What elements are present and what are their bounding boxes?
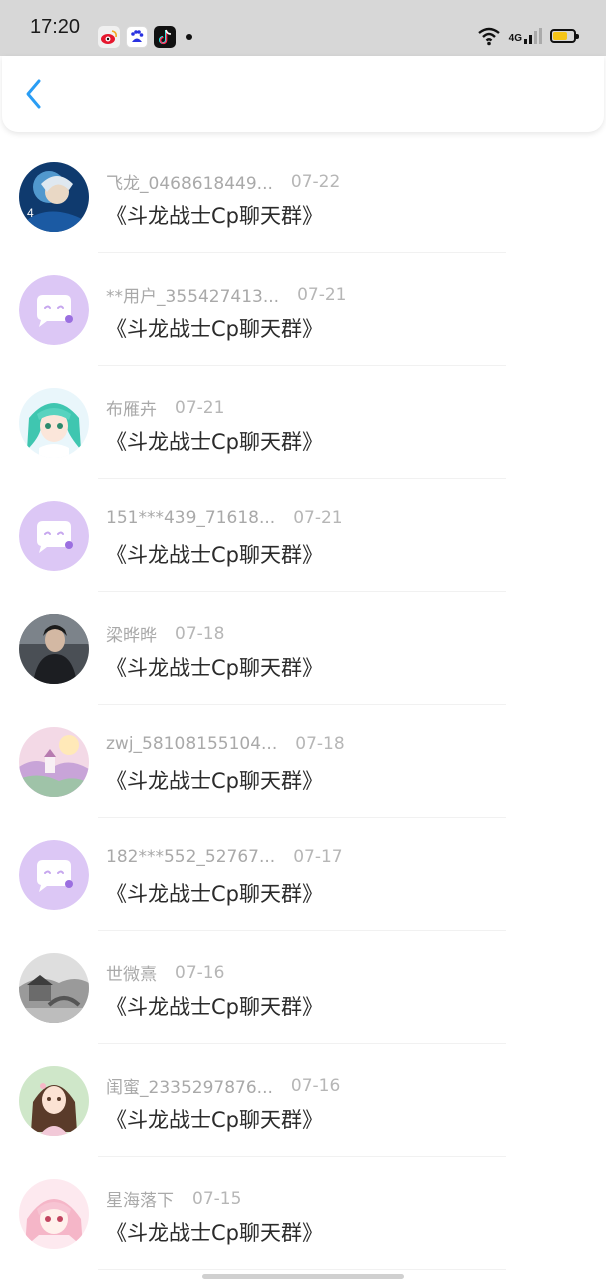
- weibo-icon: [98, 26, 120, 48]
- message-date: 07-22: [290, 171, 341, 192]
- user-avatar[interactable]: [19, 275, 89, 345]
- back-button[interactable]: [16, 76, 52, 112]
- network-type: 4G: [508, 33, 522, 44]
- message-meta: 布雁卉 07-21: [106, 395, 225, 421]
- message-text: 《斗龙战士Cp聊天群》: [106, 543, 323, 567]
- user-avatar[interactable]: [19, 388, 89, 458]
- sender-name[interactable]: 闺蜜_2335297876...: [106, 1073, 273, 1098]
- message-date: 07-21: [297, 284, 347, 305]
- user-avatar[interactable]: [19, 614, 89, 684]
- tiktok-icon: [154, 26, 176, 48]
- message-date: 07-16: [290, 1075, 341, 1096]
- message-meta: zwj_58108155104... 07-18: [106, 734, 345, 754]
- message-text: 《斗龙战士Cp聊天群》: [106, 1108, 323, 1132]
- more-notifications-dot: [186, 34, 192, 40]
- message-meta: 151***439_71618... 07-21: [106, 508, 343, 528]
- status-indicators: 4G: [477, 26, 579, 46]
- status-bar: 17:20 4G: [0, 0, 606, 56]
- message-date: 07-18: [295, 734, 345, 754]
- message-meta: **用户_355427413... 07-21: [106, 282, 347, 308]
- message-meta: 世微熹 07-16: [106, 960, 225, 986]
- sender-name[interactable]: 世微熹: [106, 960, 157, 985]
- message-item[interactable]: 星海落下 07-15 《斗龙战士Cp聊天群》: [0, 1157, 606, 1270]
- message-item[interactable]: 梁晔晔 07-18 《斗龙战士Cp聊天群》: [0, 592, 606, 705]
- svg-text:4: 4: [27, 206, 34, 220]
- message-text: 《斗龙战士Cp聊天群》: [106, 430, 323, 454]
- notification-icons: [98, 26, 192, 48]
- user-avatar[interactable]: [19, 953, 89, 1023]
- user-avatar[interactable]: [19, 1179, 89, 1249]
- message-text: 《斗龙战士Cp聊天群》: [106, 1221, 323, 1245]
- message-date: 07-21: [293, 508, 343, 528]
- sender-name[interactable]: 星海落下: [106, 1186, 174, 1211]
- message-item[interactable]: 4 飞龙_0468618449... 07-22 《斗龙战士Cp聊天群》: [0, 140, 606, 253]
- chevron-left-icon: [26, 79, 41, 109]
- sender-name[interactable]: zwj_58108155104...: [106, 734, 277, 754]
- sender-name[interactable]: 飞龙_0468618449...: [106, 169, 273, 194]
- sender-name[interactable]: 布雁卉: [106, 395, 157, 420]
- user-avatar[interactable]: 4: [19, 162, 89, 232]
- item-divider: [98, 1269, 506, 1270]
- message-item[interactable]: 世微熹 07-16 《斗龙战士Cp聊天群》: [0, 931, 606, 1044]
- cellular-signal-icon: 4G: [509, 28, 542, 44]
- message-text: 《斗龙战士Cp聊天群》: [106, 769, 323, 793]
- message-meta: 梁晔晔 07-18: [106, 621, 225, 647]
- message-text: 《斗龙战士Cp聊天群》: [106, 882, 323, 906]
- message-date: 07-16: [175, 962, 225, 983]
- message-text: 《斗龙战士Cp聊天群》: [106, 204, 323, 228]
- battery-icon: [550, 29, 579, 43]
- sender-name[interactable]: 151***439_71618...: [106, 508, 275, 528]
- message-item[interactable]: 闺蜜_2335297876... 07-16 《斗龙战士Cp聊天群》: [0, 1044, 606, 1157]
- status-time: 17:20: [30, 16, 81, 38]
- message-meta: 182***552_52767... 07-17: [106, 847, 343, 867]
- user-avatar[interactable]: [19, 840, 89, 910]
- message-date: 07-17: [293, 847, 343, 867]
- message-list: 4 飞龙_0468618449... 07-22 《斗龙战士Cp聊天群》 **用户_35…: [0, 140, 606, 1270]
- message-text: 《斗龙战士Cp聊天群》: [106, 656, 323, 680]
- user-avatar[interactable]: [19, 1066, 89, 1136]
- message-meta: 飞龙_0468618449... 07-22: [106, 169, 341, 195]
- message-date: 07-15: [192, 1188, 242, 1209]
- home-indicator[interactable]: [202, 1274, 404, 1279]
- sender-name[interactable]: **用户_355427413...: [106, 282, 279, 307]
- wifi-icon: [477, 27, 500, 46]
- message-date: 07-21: [175, 397, 225, 418]
- message-text: 《斗龙战士Cp聊天群》: [106, 317, 323, 341]
- message-item[interactable]: 布雁卉 07-21 《斗龙战士Cp聊天群》: [0, 366, 606, 479]
- message-date: 07-18: [175, 623, 225, 644]
- message-text: 《斗龙战士Cp聊天群》: [106, 995, 323, 1019]
- message-meta: 闺蜜_2335297876... 07-16: [106, 1073, 341, 1099]
- message-item[interactable]: 151***439_71618... 07-21 《斗龙战士Cp聊天群》: [0, 479, 606, 592]
- message-item[interactable]: zwj_58108155104... 07-18 《斗龙战士Cp聊天群》: [0, 705, 606, 818]
- message-meta: 星海落下 07-15: [106, 1186, 242, 1212]
- message-item[interactable]: **用户_355427413... 07-21 《斗龙战士Cp聊天群》: [0, 253, 606, 366]
- sender-name[interactable]: 梁晔晔: [106, 621, 157, 646]
- user-avatar[interactable]: [19, 727, 89, 797]
- sender-name[interactable]: 182***552_52767...: [106, 847, 275, 867]
- user-avatar[interactable]: [19, 501, 89, 571]
- message-item[interactable]: 182***552_52767... 07-17 《斗龙战士Cp聊天群》: [0, 818, 606, 931]
- baidu-icon: [126, 26, 148, 48]
- header-nav: [2, 56, 604, 132]
